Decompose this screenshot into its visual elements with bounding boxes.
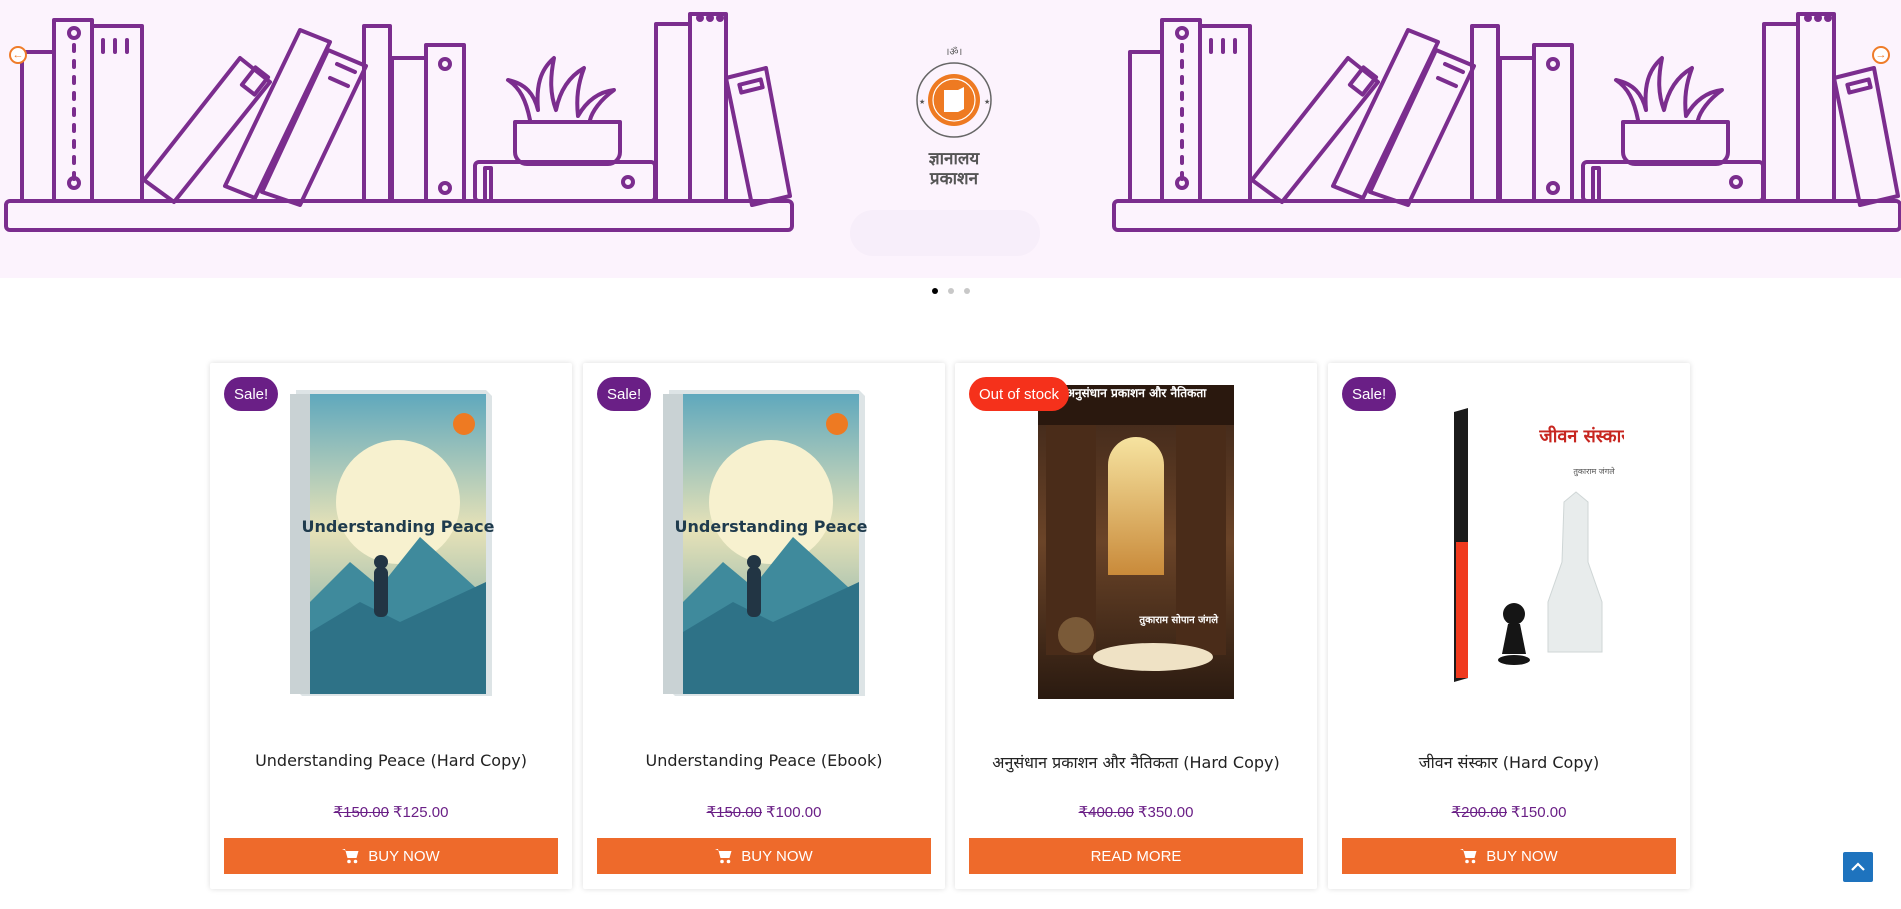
slider-next-arrow[interactable]: → [1872,46,1890,64]
svg-text:तुकाराम जंगले: तुकाराम जंगले [1573,466,1615,477]
product-title[interactable]: Understanding Peace (Hard Copy) [220,751,562,770]
sale-price: ₹150.00 [1511,804,1567,821]
cart-icon [1460,849,1477,864]
button-label: READ MORE [1090,847,1182,865]
button-label: BUY NOW [368,847,440,865]
sale-badge: Sale! [597,377,652,411]
product-card[interactable]: Sale! जीवन संस्कार तुकाराम जंगले जीवन सं… [1328,363,1690,889]
book-cover-image: Understanding Peace [663,390,868,696]
cart-icon [342,849,359,864]
slider-dots [0,288,1901,294]
sale-price: ₹125.00 [393,804,449,821]
svg-text:अनुसंधान प्रकाशन और नैतिकता: अनुसंधान प्रकाशन और नैतिकता [1066,386,1207,401]
buy-now-button[interactable]: BUY NOW [597,838,931,874]
book-cover-image: जीवन संस्कार तुकाराम जंगले [1454,408,1624,682]
product-grid: Sale! Understanding Peace Understanding … [210,363,1692,909]
bookshelf-illustration-right [1112,12,1901,232]
hero-cta-placeholder [850,210,1040,256]
slider-prev-arrow[interactable]: ← [9,46,27,64]
sale-price: ₹100.00 [766,804,822,821]
buy-now-button[interactable]: BUY NOW [224,838,558,874]
svg-text:Understanding Peace: Understanding Peace [675,517,868,536]
product-image[interactable]: अनुसंधान प्रकाशन और नैतिकता तुकाराम सोपा… [969,377,1303,707]
logo-top-text: ।ॐ। [945,47,963,58]
read-more-button[interactable]: READ MORE [969,838,1303,874]
product-card[interactable]: Sale! Understanding Peace Understanding … [210,363,572,889]
slider-dot-1[interactable] [931,288,938,294]
sale-price: ₹350.00 [1138,804,1194,821]
out-of-stock-badge: Out of stock [969,377,1070,411]
slider-dot-2[interactable] [947,288,954,294]
svg-text:★: ★ [984,98,990,106]
product-image[interactable]: जीवन संस्कार तुकाराम जंगले [1342,377,1676,707]
button-label: BUY NOW [741,847,813,865]
slider-dot-3[interactable] [963,288,970,294]
logo-name-line1: ज्ञानालय [928,149,980,169]
logo-name-line2: प्रकाशन [929,169,979,189]
product-title[interactable]: अनुसंधान प्रकाशन और नैतिकता (Hard Copy) [965,751,1307,773]
old-price: ₹150.00 [706,804,762,821]
arrow-right-icon: → [1875,48,1887,61]
chevron-up-icon [1851,862,1865,871]
product-price: ₹150.00 ₹125.00 [210,803,572,821]
book-cover-image: Understanding Peace [290,390,495,696]
buy-now-button[interactable]: BUY NOW [1342,838,1676,874]
svg-text:तुकाराम सोपान जंगले: तुकाराम सोपान जंगले [1138,613,1219,626]
product-price: ₹200.00 ₹150.00 [1328,803,1690,821]
scroll-to-top-button[interactable] [1843,852,1873,882]
product-image[interactable]: Understanding Peace [597,377,931,707]
product-title[interactable]: जीवन संस्कार (Hard Copy) [1338,751,1680,773]
sale-badge: Sale! [1342,377,1397,411]
svg-text:Understanding Peace: Understanding Peace [302,517,495,536]
sale-badge: Sale! [224,377,279,411]
button-label: BUY NOW [1486,847,1558,865]
old-price: ₹150.00 [333,804,389,821]
product-image[interactable]: Understanding Peace [224,377,558,707]
cart-icon [715,849,732,864]
hero-slider: ← → ।ॐ। ★ ★ ज्ञानालय प्रकाशन [0,0,1901,278]
product-price: ₹150.00 ₹100.00 [583,803,945,821]
publisher-logo[interactable]: ।ॐ। ★ ★ ज्ञानालय प्रकाशन [900,44,1008,189]
book-cover-image: अनुसंधान प्रकाशन और नैतिकता तुकाराम सोपा… [1038,385,1234,699]
publisher-seal-icon: ★ ★ [916,62,992,138]
product-price: ₹400.00 ₹350.00 [955,803,1317,821]
svg-text:★: ★ [919,98,925,106]
product-card[interactable]: Sale! Understanding Peace Understanding … [583,363,945,889]
bookshelf-illustration-left [4,12,794,232]
old-price: ₹400.00 [1078,804,1134,821]
product-card[interactable]: Out of stock अनुसंधान प्रकाशन और नैतिकता… [955,363,1317,889]
arrow-left-icon: ← [12,48,24,61]
svg-text:जीवन संस्कार: जीवन संस्कार [1538,425,1624,447]
product-title[interactable]: Understanding Peace (Ebook) [593,751,935,770]
old-price: ₹200.00 [1451,804,1507,821]
